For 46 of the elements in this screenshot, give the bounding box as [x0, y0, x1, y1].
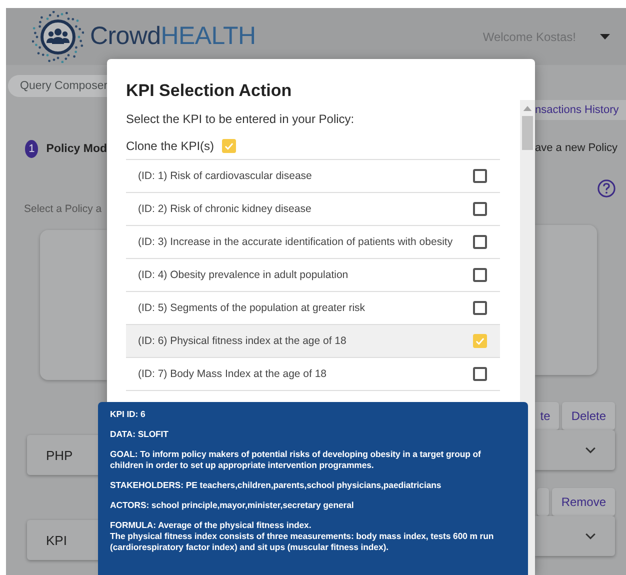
checkbox[interactable] [473, 301, 487, 315]
caret-icon [600, 34, 610, 40]
tooltip-text: GOAL: To inform policy makers of potential risks of developing obesity in a target group of children in order to set up appropriate intervention programmes. [110, 449, 482, 471]
kpi-label: (ID: 4) Obesity prevalence in adult population [138, 269, 348, 281]
check-icon [475, 336, 485, 346]
prompt-text: Select the KPI to be entered in your Policy: [126, 112, 356, 126]
scrollbar-thumb[interactable] [522, 116, 533, 150]
hint-text: Select a Policy a [24, 203, 103, 215]
remove-button[interactable]: Remove [552, 488, 615, 516]
kpi-label: (ID: 7) Body Mass Index at the age of 18 [138, 368, 327, 380]
tooltip-text: DATA: SLOFIT [110, 429, 170, 440]
list-row[interactable]: (ID: 7) Body Mass Index at the age of 18 [126, 358, 500, 391]
chevron-icon [585, 446, 596, 454]
list-row[interactable]: (ID: 1) Risk of cardiovascular disease [126, 160, 500, 193]
checkbox[interactable] [473, 268, 487, 282]
step-number: 1 [25, 140, 38, 158]
tab[interactable]: Query Composer [8, 75, 107, 97]
list-row[interactable]: (ID: 6) Physical fitness index at the age of 18 [126, 325, 500, 358]
kpi-label: (ID: 3) Increase in the accurate identification of patients with obesity [138, 236, 453, 248]
help-icon [597, 179, 616, 198]
action-text: ave a new Policy [535, 142, 619, 154]
tooltip-text: KPI ID: 6 [110, 409, 146, 420]
tooltip-text: ACTORS: school principle,mayor,minister,secretary general [110, 500, 355, 511]
tooltip-text: FORMULA: Average of the physical fitness index. The physical fitness index consists of three measurements: body mass index, tests 600 m run (cardiorespiratory factor index) and sit ups (muscular fitness index). [110, 520, 495, 553]
kpi-label: (ID: 5) Segments of the population at greater risk [138, 302, 366, 314]
check-icon [224, 141, 234, 151]
button[interactable]: Delete [562, 402, 615, 430]
checkbox-label: Clone the KPI(s) [126, 139, 214, 153]
scroll-up-icon [523, 106, 532, 111]
checkbox[interactable] [473, 235, 487, 249]
step-label: Policy Mod [46, 143, 107, 155]
kpi-label: (ID: 6) Physical fitness index at the age of 18 [138, 335, 346, 347]
tooltip-text: STAKEHOLDERS: PE teachers,children,parents,school physicians,paediatricians [110, 480, 442, 491]
list-row[interactable]: (ID: 3) Increase in the accurate identification of patients with obesity [126, 226, 500, 259]
checkbox[interactable] [473, 169, 487, 183]
kpi-label: (ID: 1) Risk of cardiovascular disease [138, 170, 312, 182]
chevron-icon [585, 532, 596, 540]
checkbox[interactable] [473, 202, 487, 216]
logo-icon [32, 10, 84, 62]
logo-text: CrowdHEALTH [90, 22, 256, 51]
list-row[interactable]: (ID: 2) Risk of chronic kidney disease [126, 193, 500, 226]
tab[interactable]: nsactions History [535, 100, 626, 120]
dialog-title: KPI Selection Action [125, 80, 293, 100]
kpi-label: (ID: 2) Risk of chronic kidney disease [138, 203, 312, 215]
list-row[interactable]: (ID: 4) Obesity prevalence in adult population [126, 259, 500, 292]
checkbox[interactable] [473, 367, 487, 381]
